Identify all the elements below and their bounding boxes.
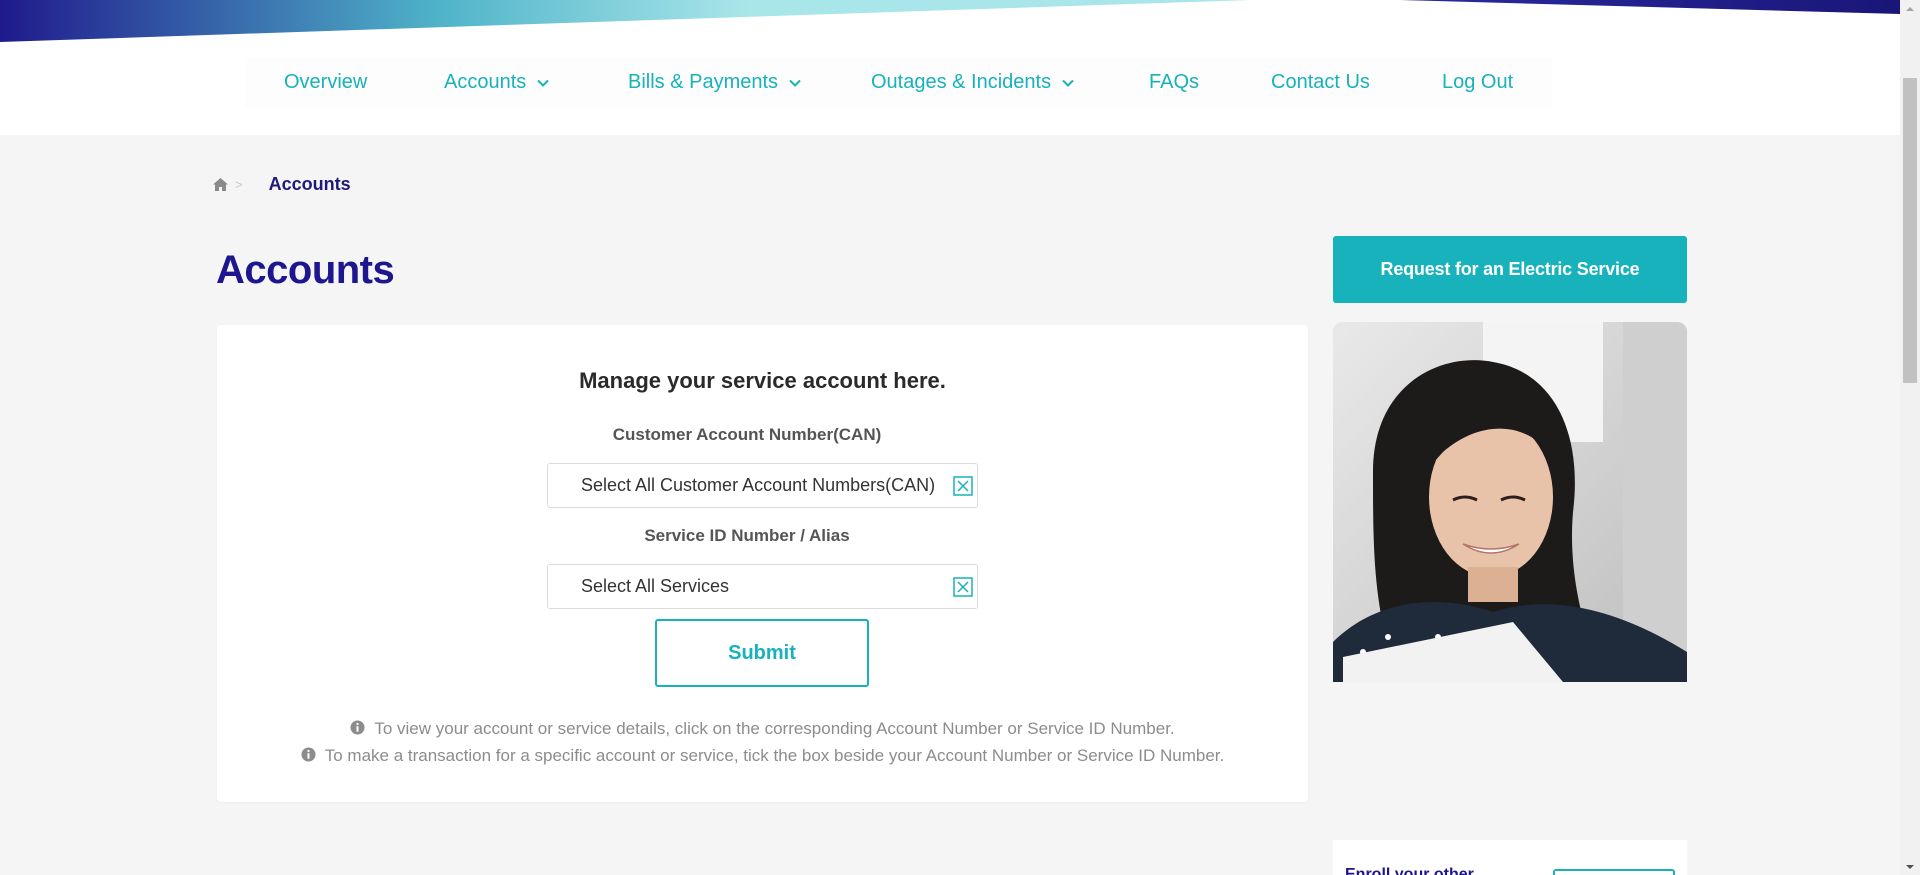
info-text-view-details: To view your account or service details,…	[374, 719, 1175, 738]
breadcrumb: > Accounts	[212, 174, 351, 195]
vertical-scrollbar[interactable]	[1900, 0, 1920, 875]
info-text-transaction: To make a transaction for a specific acc…	[324, 746, 1225, 765]
nav-log-out-label: Log Out	[1442, 71, 1514, 93]
nav-contact-us[interactable]: Contact Us	[1271, 71, 1370, 94]
promo-photo	[1333, 322, 1687, 682]
info-line-view-details: To view your account or service details,…	[217, 719, 1308, 739]
submit-button[interactable]: Submit	[655, 619, 869, 687]
manage-account-card: Manage your service account here. Custom…	[217, 325, 1308, 802]
header-decorative-band	[0, 0, 1900, 42]
info-icon	[350, 720, 365, 735]
nav-accounts[interactable]: Accounts	[444, 71, 550, 94]
nav-faqs[interactable]: FAQs	[1149, 71, 1199, 94]
service-label: Service ID Number / Alias	[644, 526, 850, 545]
info-icon	[301, 747, 316, 762]
clear-selection-icon[interactable]	[953, 577, 973, 597]
nav-accounts-label: Accounts	[444, 71, 527, 93]
home-icon[interactable]	[212, 177, 229, 192]
nav-overview[interactable]: Overview	[284, 71, 367, 94]
service-select-value: Select All Services	[581, 576, 730, 596]
nav-overview-label: Overview	[284, 71, 368, 93]
enroll-text: Enroll your other	[1345, 866, 1474, 875]
breadcrumb-current: Accounts	[268, 174, 351, 194]
card-heading: Manage your service account here.	[579, 368, 946, 393]
main-nav: Overview Accounts Bills & Payments Outag…	[245, 58, 1552, 108]
clear-selection-icon[interactable]	[953, 476, 973, 496]
nav-outages-incidents[interactable]: Outages & Incidents	[871, 71, 1075, 94]
page-title: Accounts	[216, 248, 395, 292]
enroll-card: Enroll your other	[1333, 840, 1687, 875]
nav-log-out[interactable]: Log Out	[1442, 71, 1513, 94]
breadcrumb-separator: >	[235, 177, 243, 192]
scroll-down-arrow-icon[interactable]	[1900, 858, 1920, 875]
can-label: Customer Account Number(CAN)	[612, 425, 882, 444]
chevron-down-icon	[1062, 79, 1074, 87]
scrollbar-thumb[interactable]	[1903, 78, 1917, 383]
enroll-button[interactable]	[1553, 869, 1675, 875]
nav-faqs-label: FAQs	[1149, 71, 1200, 93]
site-header: Overview Accounts Bills & Payments Outag…	[0, 0, 1900, 135]
info-line-transaction: To make a transaction for a specific acc…	[217, 746, 1308, 766]
can-select-value: Select All Customer Account Numbers(CAN)	[581, 475, 936, 495]
nav-outages-incidents-label: Outages & Incidents	[871, 71, 1052, 93]
request-electric-service-button[interactable]: Request for an Electric Service	[1333, 236, 1687, 303]
can-select[interactable]: Select All Customer Account Numbers(CAN)	[547, 463, 978, 508]
service-select[interactable]: Select All Services	[547, 564, 978, 609]
nav-contact-us-label: Contact Us	[1271, 71, 1370, 93]
chevron-down-icon	[537, 79, 549, 87]
nav-bills-payments[interactable]: Bills & Payments	[628, 71, 802, 94]
nav-bills-payments-label: Bills & Payments	[628, 71, 779, 93]
chevron-down-icon	[789, 79, 801, 87]
scroll-up-arrow-icon[interactable]	[1900, 0, 1920, 17]
